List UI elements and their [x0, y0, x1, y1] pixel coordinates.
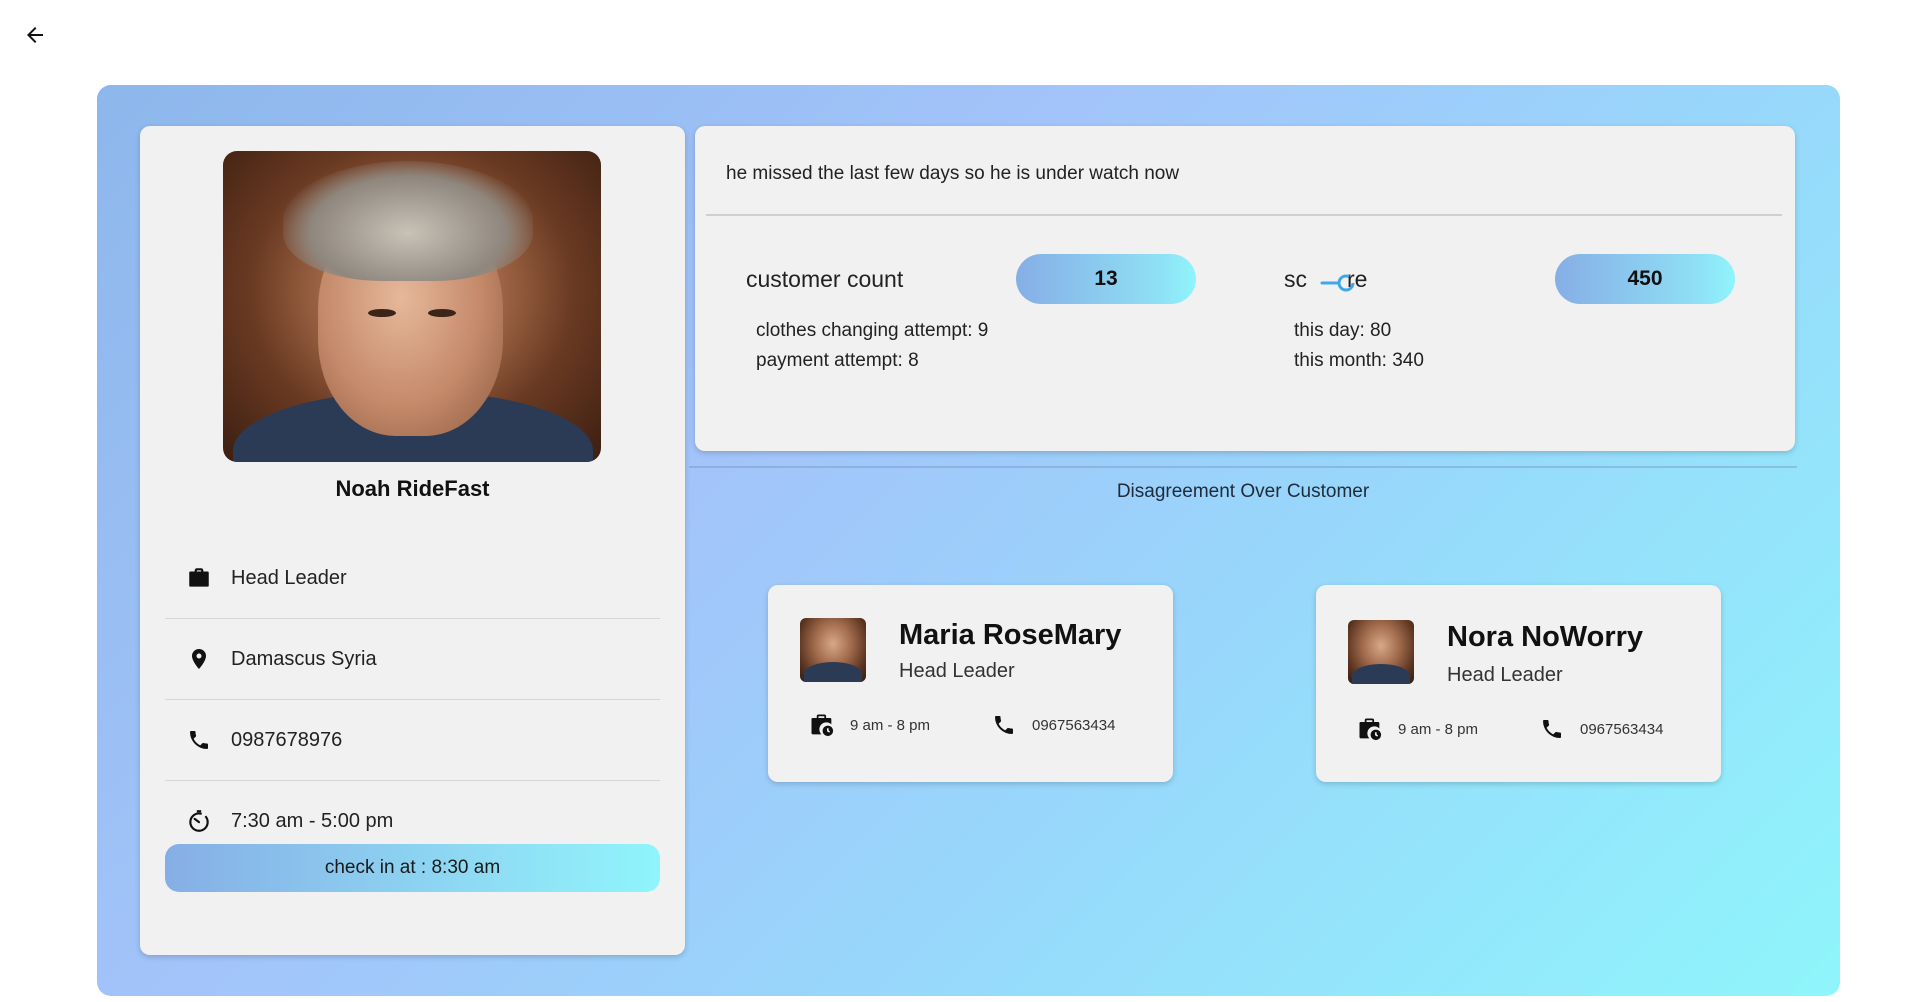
- score-badge: 450: [1555, 254, 1735, 304]
- phone-icon: [185, 726, 213, 754]
- hours-text: 7:30 am - 5:00 pm: [231, 809, 394, 832]
- profile-name: Noah RideFast: [335, 476, 490, 501]
- loading-spinner-icon: [1320, 274, 1355, 292]
- work-schedule-icon: [1356, 715, 1384, 743]
- info-row-location: Damascus Syria: [165, 619, 660, 700]
- main-panel: Noah RideFast Head Leader Damascus Syria…: [97, 85, 1840, 996]
- phone-icon: [990, 711, 1018, 739]
- person-phone: 0967563434: [1538, 715, 1663, 743]
- person-card[interactable]: Nora NoWorry Head Leader 9 am - 8 pm 096…: [1316, 585, 1721, 782]
- hours-text: 9 am - 8 pm: [1398, 720, 1479, 738]
- role-text: Head Leader: [231, 566, 347, 589]
- section-divider: [689, 466, 1797, 468]
- disagreement-title: Disagreement Over Customer: [1116, 481, 1370, 502]
- score-sub-2: this month: 340: [1294, 350, 1424, 371]
- person-hours: 9 am - 8 pm: [1356, 715, 1478, 743]
- person-name: Nora NoWorry: [1447, 621, 1644, 653]
- phone-text: 0967563434: [1580, 720, 1664, 738]
- customer-sub-2: payment attempt: 8: [756, 350, 919, 371]
- score-sub-1: this day: 80: [1294, 320, 1392, 341]
- avatar: [800, 618, 866, 682]
- status-note: he missed the last few days so he is und…: [726, 163, 1180, 184]
- phone-text: 0987678976: [231, 728, 343, 751]
- person-name: Maria RoseMary: [899, 619, 1122, 651]
- customer-count-label: customer count: [746, 266, 904, 292]
- phone-text: 0967563434: [1032, 716, 1116, 734]
- work-schedule-icon: [808, 711, 836, 739]
- score-label-part-1: sc: [1284, 266, 1307, 292]
- person-hours: 9 am - 8 pm: [808, 711, 930, 739]
- info-row-phone: 0987678976: [165, 700, 660, 781]
- customer-sub-1: clothes changing attempt: 9: [756, 320, 989, 341]
- customer-count-badge: 13: [1016, 254, 1196, 304]
- person-role: Head Leader: [899, 660, 1015, 682]
- hours-text: 9 am - 8 pm: [850, 716, 931, 734]
- timer-icon: [185, 807, 213, 835]
- phone-icon: [1538, 715, 1566, 743]
- profile-photo: [223, 151, 601, 462]
- profile-card: Noah RideFast Head Leader Damascus Syria…: [140, 126, 685, 955]
- location-pin-icon: [185, 645, 213, 673]
- divider: [706, 214, 1782, 216]
- location-text: Damascus Syria: [231, 647, 377, 670]
- person-phone: 0967563434: [990, 711, 1115, 739]
- back-button[interactable]: [18, 18, 52, 52]
- avatar: [1348, 620, 1414, 684]
- person-card[interactable]: Maria RoseMary Head Leader 9 am - 8 pm 0…: [768, 585, 1173, 782]
- check-in-button[interactable]: check in at : 8:30 am: [165, 844, 660, 892]
- info-row-role: Head Leader: [165, 538, 660, 619]
- person-role: Head Leader: [1447, 664, 1563, 686]
- stats-card: he missed the last few days so he is und…: [695, 126, 1795, 451]
- arrow-left-icon: [27, 27, 43, 43]
- briefcase-icon: [185, 564, 213, 592]
